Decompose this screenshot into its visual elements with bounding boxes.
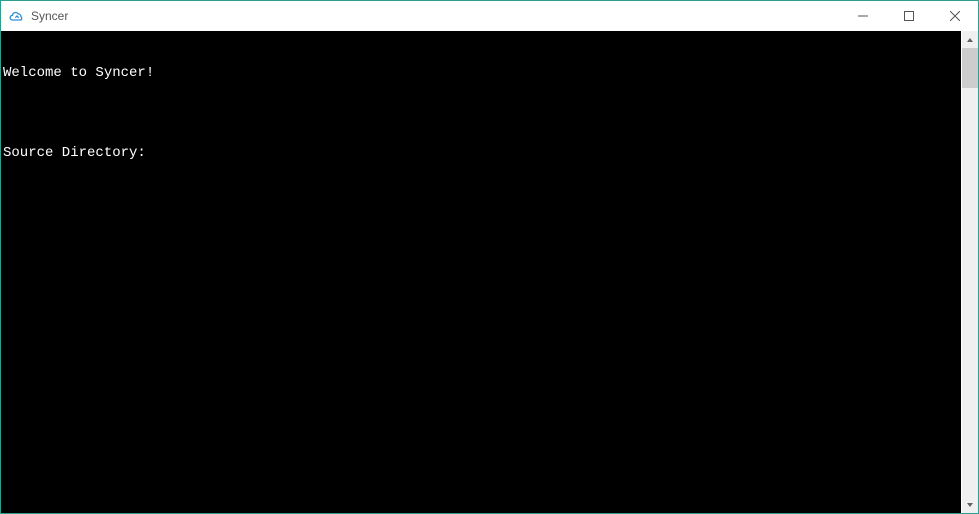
scroll-down-button[interactable] bbox=[962, 496, 978, 513]
scroll-thumb[interactable] bbox=[962, 48, 978, 88]
console-output[interactable]: Welcome to Syncer! Source Directory: bbox=[1, 31, 961, 513]
client-area: Welcome to Syncer! Source Directory: bbox=[1, 31, 978, 513]
titlebar-left: Syncer bbox=[1, 8, 840, 24]
window-controls bbox=[840, 1, 978, 31]
app-window: Syncer Welcome to Syncer! Source Directo… bbox=[0, 0, 979, 514]
minimize-button[interactable] bbox=[840, 1, 886, 31]
scroll-track[interactable] bbox=[962, 48, 978, 496]
scroll-up-button[interactable] bbox=[962, 31, 978, 48]
maximize-button[interactable] bbox=[886, 1, 932, 31]
vertical-scrollbar[interactable] bbox=[961, 31, 978, 513]
window-title: Syncer bbox=[31, 9, 68, 23]
close-button[interactable] bbox=[932, 1, 978, 31]
console-line: Source Directory: bbox=[3, 145, 961, 161]
cloud-sync-icon bbox=[9, 8, 25, 24]
titlebar[interactable]: Syncer bbox=[1, 1, 978, 31]
console-line: Welcome to Syncer! bbox=[3, 65, 961, 81]
